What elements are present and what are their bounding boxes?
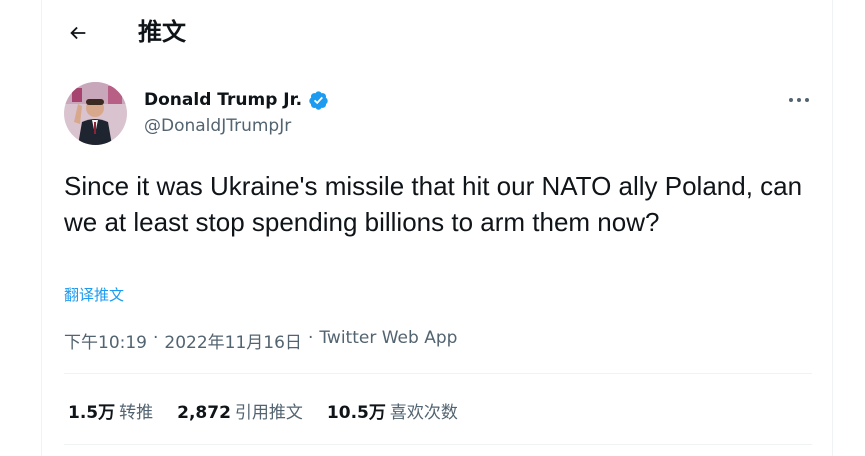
stat-likes[interactable]: 10.5万 喜欢次数 <box>327 398 458 423</box>
stat-count: 10.5万 <box>326 403 386 423</box>
stat-quote-tweets[interactable]: 2,872 引用推文 <box>177 398 303 423</box>
tweet-time[interactable]: 下午10:19 <box>64 328 147 353</box>
tweet-detail-column: 推文 Donald Trump Jr. @DonaldJTrumpJr Sinc… <box>41 0 833 456</box>
back-button[interactable] <box>62 17 94 49</box>
meta-separator: · <box>153 328 159 348</box>
stat-label: 喜欢次数 <box>389 403 458 423</box>
author-name[interactable]: Donald Trump Jr. <box>144 90 302 110</box>
more-horizontal-icon <box>789 98 809 102</box>
avatar[interactable] <box>64 82 127 145</box>
tweet-meta: 下午10:19 · 2022年11月16日 · Twitter Web App <box>64 328 457 353</box>
tweet-text: Since it was Ukraine's missile that hit … <box>64 171 803 237</box>
meta-separator: · <box>307 328 314 348</box>
divider <box>64 373 812 374</box>
stat-label: 转推 <box>119 403 154 423</box>
tweet-stats: 1.5万 转推 2,872 引用推文 10.5万 喜欢次数 <box>68 398 482 423</box>
tweet-date[interactable]: 2022年11月16日 <box>164 328 302 353</box>
page-header: 推文 <box>42 0 832 66</box>
divider <box>64 444 812 445</box>
more-button[interactable] <box>784 88 814 112</box>
tweet-author: Donald Trump Jr. @DonaldJTrumpJr <box>64 82 814 148</box>
author-handle[interactable]: @DonaldJTrumpJr <box>144 116 291 136</box>
author-name-line: Donald Trump Jr. <box>144 88 329 112</box>
avatar-image <box>64 82 127 145</box>
stat-retweets[interactable]: 1.5万 转推 <box>68 398 153 423</box>
stat-count: 1.5万 <box>68 403 116 423</box>
tweet-source[interactable]: Twitter Web App <box>319 328 457 353</box>
stat-count: 2,872 <box>177 403 231 423</box>
verified-badge-icon <box>309 90 328 110</box>
stat-label: 引用推文 <box>234 403 303 423</box>
arrow-left-icon <box>70 26 86 40</box>
translate-tweet-link[interactable]: 翻译推文 <box>64 284 124 305</box>
page-title: 推文 <box>138 18 186 46</box>
